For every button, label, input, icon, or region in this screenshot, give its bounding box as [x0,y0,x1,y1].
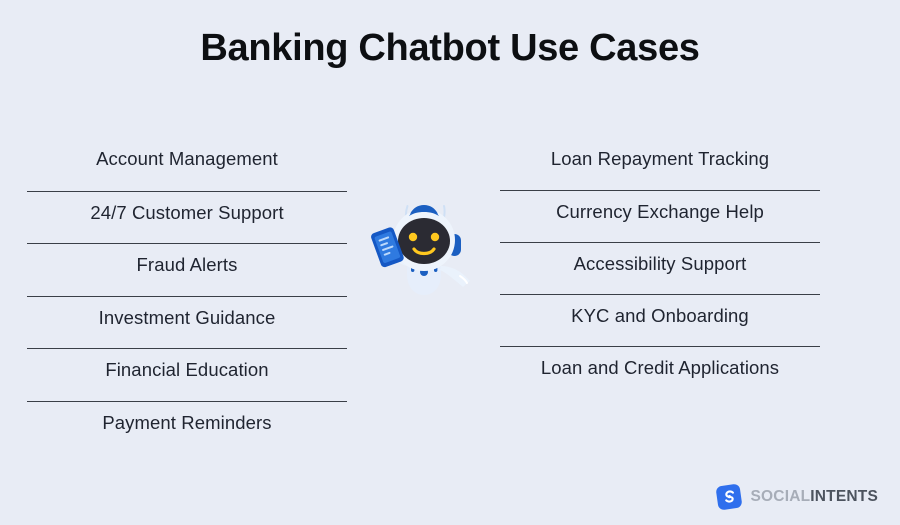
list-item: Payment Reminders [27,400,347,454]
list-item: 24/7 Customer Support [27,190,347,244]
social-intents-logo-mark-icon [714,482,744,512]
logo-text-intents: INTENTS [810,488,878,506]
page-title: Banking Chatbot Use Cases [200,27,700,69]
social-intents-logo: SOCIALINTENTS [714,482,878,512]
logo-text-social: SOCIAL [750,488,811,506]
list-item: Financial Education [27,348,347,401]
use-case-column-right: Loan Repayment Tracking Currency Exchang… [500,138,820,398]
list-item: KYC and Onboarding [500,294,820,346]
logo-text: SOCIALINTENTS [751,489,878,505]
list-item: Accessibility Support [500,242,820,294]
use-case-column-left: Account Management 24/7 Customer Support… [27,138,347,453]
list-item: Currency Exchange Help [500,190,820,242]
chatbot-robot-icon [366,196,482,304]
list-item: Account Management [96,148,278,169]
list-item: Fraud Alerts [27,243,347,296]
list-item: Investment Guidance [27,295,347,349]
list-item: Loan and Credit Applications [500,346,820,398]
list-item: Loan Repayment Tracking [550,148,770,169]
